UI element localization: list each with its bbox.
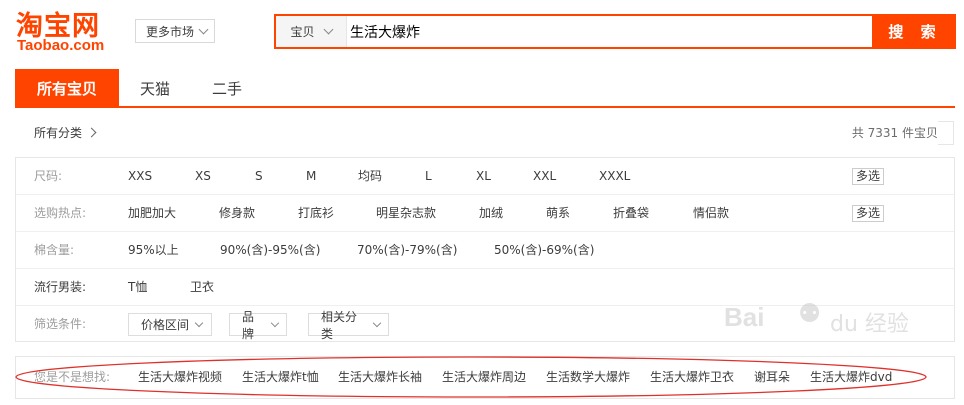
tab-tmall[interactable]: 天猫: [119, 69, 191, 107]
more-market-label: 更多市场: [146, 24, 195, 39]
watermark-cn: du 经验: [830, 306, 909, 338]
filter-option[interactable]: 均码: [358, 158, 382, 194]
filter-option[interactable]: 50%(含)-69%(含): [494, 232, 594, 268]
filter-option[interactable]: 加肥加大: [128, 195, 176, 231]
chevron-down-icon: [372, 318, 382, 327]
filter-label: 筛选条件:: [34, 317, 87, 331]
chevron-down-icon: [270, 318, 280, 327]
suggestion-label: 您是不是想找:: [34, 370, 111, 384]
filter-option[interactable]: 情侣款: [693, 195, 729, 231]
filter-option[interactable]: XXL: [533, 158, 556, 194]
filter-option[interactable]: 打底衫: [298, 195, 334, 231]
filter-option[interactable]: 卫衣: [190, 269, 214, 305]
search-box: 宝贝: [274, 14, 874, 49]
search-type-dropdown[interactable]: 宝贝: [276, 16, 347, 47]
chevron-down-icon: [194, 318, 204, 327]
filter-label: 尺码:: [34, 169, 63, 183]
filter-option[interactable]: T恤: [128, 269, 147, 305]
suggestion-link[interactable]: 谢耳朵: [754, 357, 790, 398]
filter-option[interactable]: L: [425, 158, 432, 194]
search-type-label: 宝贝: [290, 25, 315, 39]
more-market-dropdown[interactable]: 更多市场: [135, 19, 215, 43]
suggestion-link[interactable]: 生活大爆炸长袖: [338, 357, 422, 398]
baidu-watermark: Bai: [724, 302, 764, 333]
filter-option[interactable]: 95%以上: [128, 232, 179, 268]
suggestion-link[interactable]: 生活大爆炸周边: [442, 357, 526, 398]
suggestion-link[interactable]: 生活数学大爆炸: [546, 357, 630, 398]
suggestion-link[interactable]: 生活大爆炸视频: [138, 357, 222, 398]
dropdown-label: 价格区间: [141, 318, 190, 332]
dropdown-label: 品牌: [242, 309, 255, 341]
multi-select-button[interactable]: 多选: [852, 205, 884, 222]
watermark-text: Bai: [724, 302, 765, 332]
filter-option[interactable]: 90%(含)-95%(含): [220, 232, 320, 268]
filter-option[interactable]: 加绒: [479, 195, 503, 231]
filter-option[interactable]: XXS: [128, 158, 152, 194]
filter-label: 棉含量:: [34, 243, 75, 257]
filter-option[interactable]: S: [255, 158, 263, 194]
watermark-cn-text: 经验: [864, 312, 909, 337]
filter-label: 流行男装:: [34, 280, 87, 294]
filter-option[interactable]: XL: [476, 158, 491, 194]
dropdown-label: 相关分类: [321, 309, 358, 341]
suggestion-link[interactable]: 生活大爆炸t恤: [242, 357, 319, 398]
filter-row-size: 尺码: XXS XS S M 均码 L XL XXL XXXL 多选: [16, 158, 954, 195]
suggestion-link[interactable]: 生活大爆炸dvd: [810, 357, 892, 398]
brand-dropdown[interactable]: 品牌: [229, 310, 287, 341]
filter-option[interactable]: 萌系: [546, 195, 570, 231]
tab-all-items[interactable]: 所有宝贝: [15, 69, 119, 107]
paw-icon: ⚉: [798, 299, 822, 329]
related-category-dropdown[interactable]: 相关分类: [308, 310, 389, 341]
filter-option[interactable]: 70%(含)-79%(含): [357, 232, 457, 268]
filter-option[interactable]: M: [306, 158, 316, 194]
filter-option[interactable]: XXXL: [599, 158, 630, 194]
watermark-suffix: du: [830, 312, 858, 337]
taobao-logo-url[interactable]: Taobao.com: [17, 37, 104, 54]
filter-row-cotton: 棉含量: 95%以上 90%(含)-95%(含) 70%(含)-79%(含) 5…: [16, 232, 954, 269]
total-count: 共 7331 件宝贝: [851, 126, 938, 140]
filter-option[interactable]: XS: [195, 158, 211, 194]
suggestion-link[interactable]: 生活大爆炸卫衣: [650, 357, 734, 398]
filter-row-hot: 选购热点: 加肥加大 修身款 打底衫 明星杂志款 加绒 萌系 折叠袋 情侣款 多…: [16, 195, 954, 232]
filter-option[interactable]: 明星杂志款: [376, 195, 436, 231]
search-input[interactable]: [348, 16, 872, 47]
chevron-down-icon: [198, 24, 209, 34]
pager-frame: [938, 121, 954, 145]
search-button[interactable]: 搜 索: [874, 14, 956, 49]
tab-underline: [15, 106, 955, 108]
filter-option[interactable]: 折叠袋: [613, 195, 649, 231]
price-range-dropdown[interactable]: 价格区间: [128, 313, 212, 336]
all-categories-label: 所有分类: [34, 126, 83, 140]
chevron-down-icon: [323, 24, 333, 35]
tab-second-hand[interactable]: 二手: [191, 69, 263, 107]
filter-option[interactable]: 修身款: [219, 195, 255, 231]
suggestion-bar: 您是不是想找: 生活大爆炸视频 生活大爆炸t恤 生活大爆炸长袖 生活大爆炸周边 …: [15, 356, 955, 399]
multi-select-button[interactable]: 多选: [852, 168, 884, 185]
filter-label: 选购热点:: [34, 206, 87, 220]
chevron-right-icon: [86, 127, 97, 138]
all-categories-link[interactable]: 所有分类: [34, 124, 97, 141]
